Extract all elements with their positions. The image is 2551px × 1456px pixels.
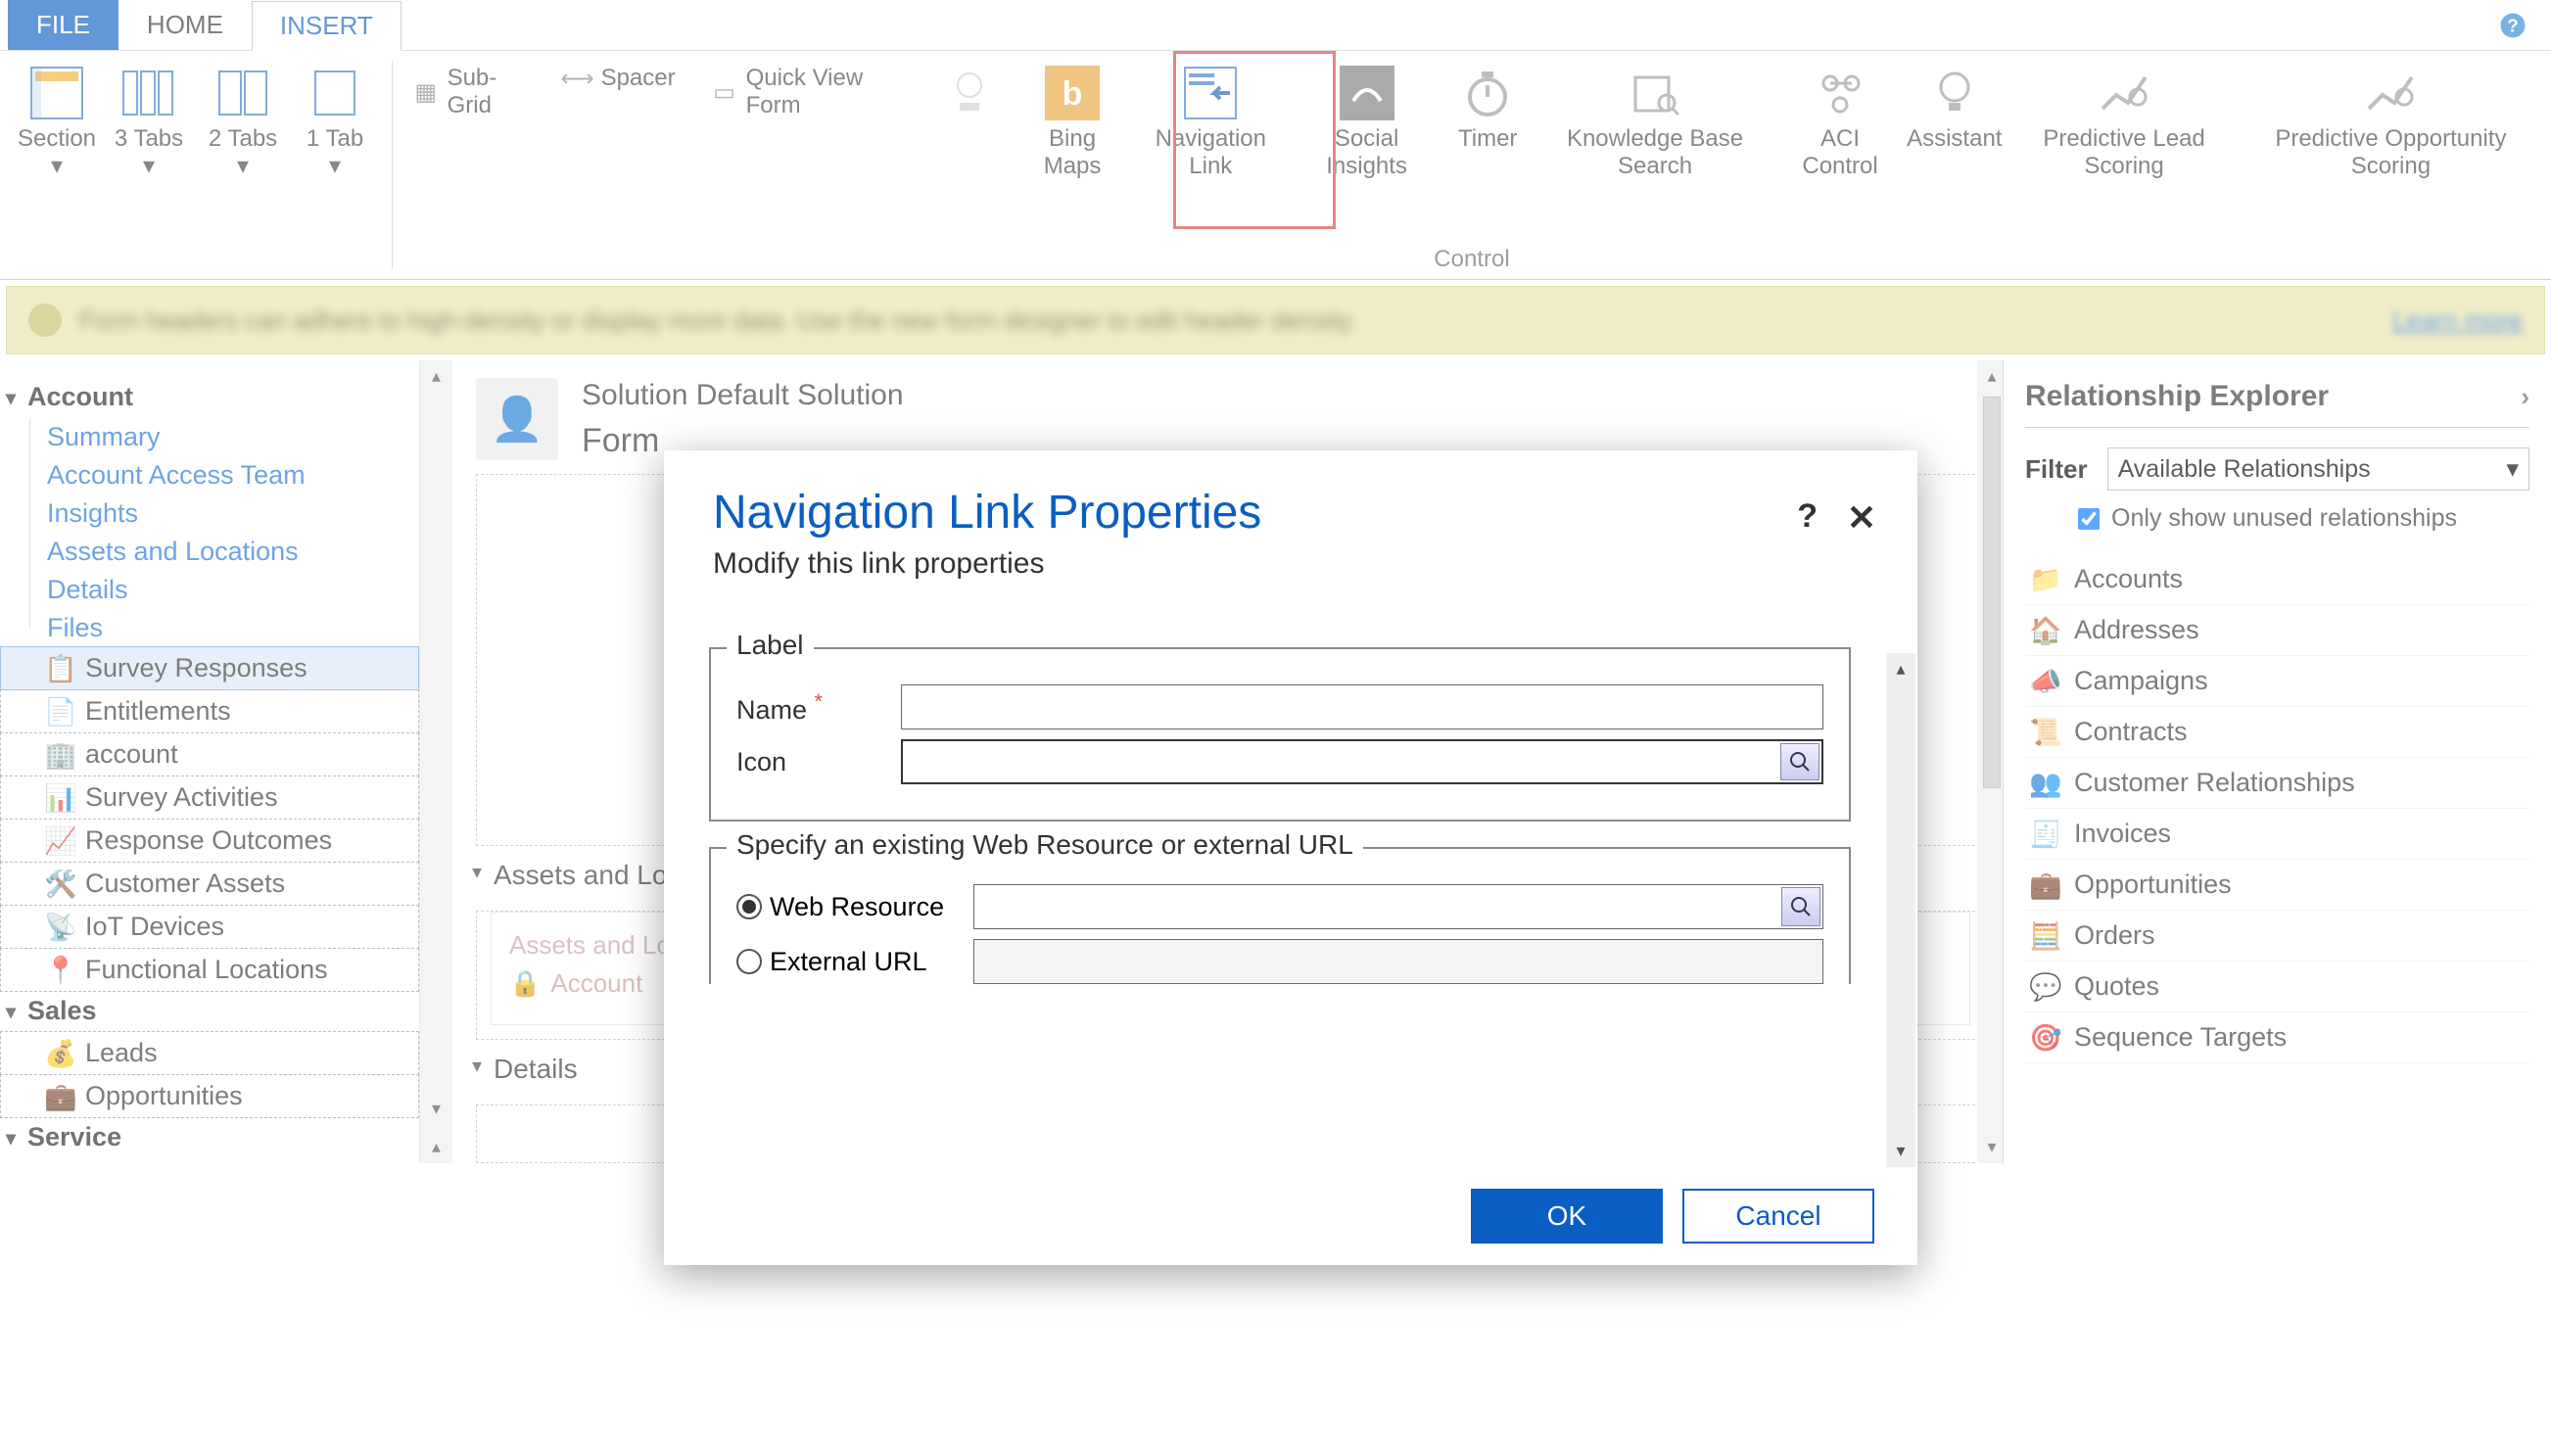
- ok-button[interactable]: OK: [1471, 1189, 1663, 1244]
- legend-url: Specify an existing Web Resource or exte…: [727, 829, 1363, 861]
- dialog-help-button[interactable]: ?: [1797, 497, 1818, 536]
- icon-input[interactable]: [901, 739, 1823, 784]
- search-icon: [1788, 750, 1812, 774]
- external-url-label: External URL: [770, 947, 927, 977]
- fieldset-label: Label Name * Icon: [709, 647, 1851, 822]
- dialog-close-button[interactable]: ✕: [1847, 497, 1876, 539]
- lookup-button[interactable]: [1780, 743, 1819, 780]
- search-icon: [1789, 895, 1813, 918]
- radio-icon: [736, 894, 762, 919]
- dialog-subtitle: Modify this link properties: [713, 547, 1868, 581]
- icon-field-label: Icon: [736, 747, 879, 777]
- fieldset-url: Specify an existing Web Resource or exte…: [709, 847, 1851, 984]
- cancel-button[interactable]: Cancel: [1682, 1189, 1874, 1244]
- external-url-input[interactable]: [973, 939, 1823, 984]
- navigation-link-dialog: Navigation Link Properties Modify this l…: [664, 450, 1917, 1265]
- dialog-scrollbar[interactable]: ▴ ▾: [1886, 653, 1915, 1167]
- web-resource-radio[interactable]: Web Resource: [736, 892, 952, 922]
- scroll-up-icon[interactable]: ▴: [1896, 653, 1905, 685]
- radio-icon: [736, 949, 762, 974]
- name-field-label: Name *: [736, 689, 879, 726]
- legend-label: Label: [727, 630, 814, 661]
- web-resource-label: Web Resource: [770, 892, 944, 922]
- lookup-button[interactable]: [1781, 887, 1820, 926]
- scroll-down-icon[interactable]: ▾: [1896, 1135, 1905, 1167]
- dialog-title: Navigation Link Properties: [713, 486, 1868, 540]
- web-resource-input[interactable]: [973, 884, 1823, 929]
- external-url-radio[interactable]: External URL: [736, 947, 952, 977]
- name-input[interactable]: [901, 684, 1823, 729]
